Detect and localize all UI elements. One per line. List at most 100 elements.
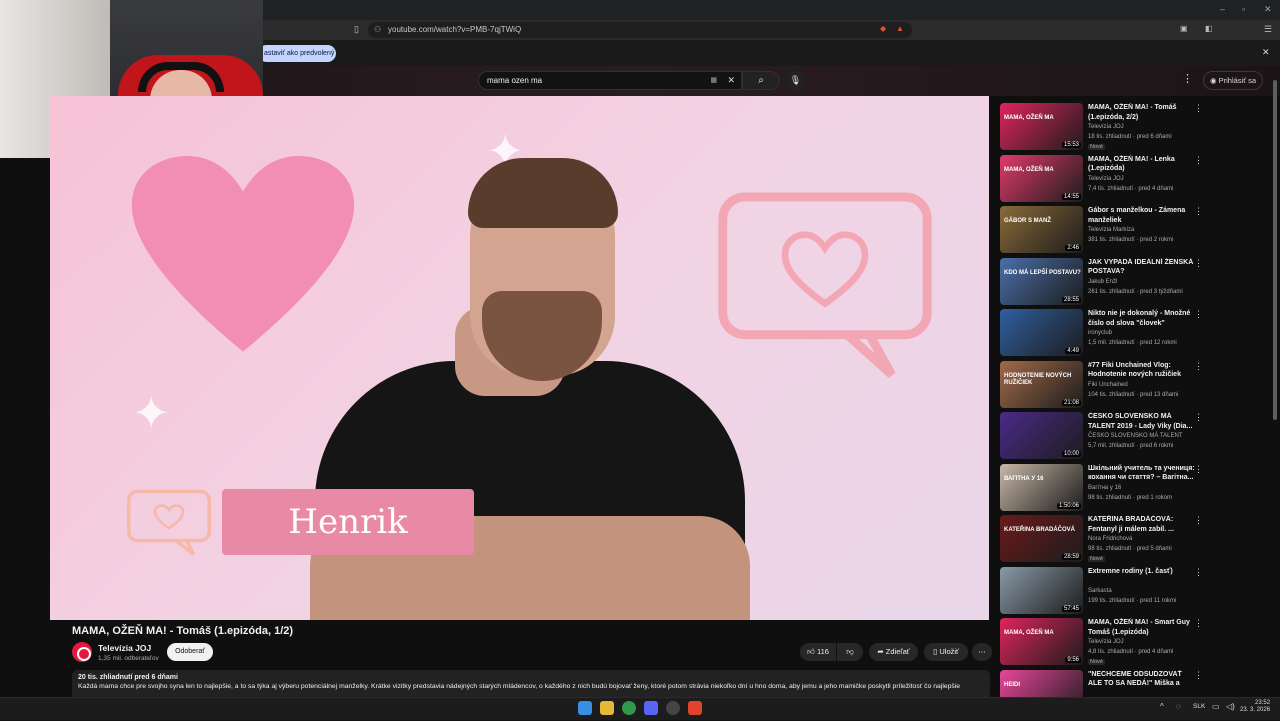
video-duration: 21:08: [1062, 400, 1081, 406]
site-info-icon[interactable]: ⚇: [374, 22, 381, 38]
recommendation-title[interactable]: MAMA, OŽEŇ MA! - Smart Guy Tomáš (1.epiz…: [1088, 618, 1196, 637]
more-options-icon[interactable]: ⋮: [1194, 309, 1203, 320]
clock[interactable]: 23:5223. 3. 2026: [1240, 700, 1270, 714]
subscribe-button[interactable]: Odoberať: [167, 643, 213, 661]
recommendation-item[interactable]: 4:49 Nikto nie je dokonalý - Množné číslo…: [1000, 309, 1210, 361]
brave-icon[interactable]: [688, 701, 702, 715]
dislike-button[interactable]: 👎︎: [837, 643, 863, 661]
volume-icon[interactable]: ◁): [1226, 702, 1235, 711]
video-player[interactable]: ✦ ✦ Henrik: [50, 96, 989, 620]
language-indicator[interactable]: SLK: [1193, 703, 1205, 710]
more-options-icon[interactable]: ⋮: [1194, 206, 1203, 217]
sign-in-button[interactable]: ◉ Prihlásiť sa: [1203, 71, 1263, 90]
recommendation-item[interactable]: KATEŘINA BRADÁČOVÁ28:59 KATEŘINA BRADÁČOV…: [1000, 515, 1210, 567]
browser-menu-icon[interactable]: ☰: [1264, 24, 1272, 35]
share-button[interactable]: ➦ Zdieľať: [869, 643, 918, 661]
extensions-icon[interactable]: ▣: [1180, 24, 1188, 33]
more-options-icon[interactable]: ⋮: [1194, 618, 1203, 629]
channel-name[interactable]: Televízia JOJ: [98, 643, 151, 653]
recommendation-title[interactable]: MAMA, OŽEŇ MA! - Lenka (1.epizóda): [1088, 155, 1196, 174]
page-scrollbar[interactable]: [1273, 80, 1277, 420]
brave-shield-icon[interactable]: ◆: [880, 24, 886, 33]
more-options-icon[interactable]: ⋮: [1194, 258, 1203, 269]
voice-search-button[interactable]: 🎙: [786, 71, 805, 90]
brave-rewards-icon[interactable]: ▲: [896, 24, 904, 33]
recommendation-title[interactable]: Extremne rodiny (1. časť): [1088, 567, 1196, 577]
file-explorer-icon[interactable]: [600, 701, 614, 715]
recommendation-item[interactable]: MAMA, OŽEŇ MA9:56 MAMA, OŽEŇ MA! - Smart …: [1000, 618, 1210, 670]
recommendation-item[interactable]: KDO MÁ LEPŠÍ POSTAVU?28:55 JAK VYPADÁ IDE…: [1000, 258, 1210, 310]
more-options-icon[interactable]: ⋮: [1194, 412, 1203, 423]
video-thumbnail[interactable]: KATEŘINA BRADÁČOVÁ28:59: [1000, 515, 1083, 562]
video-thumbnail[interactable]: MAMA, OŽEŇ MA14:55: [1000, 155, 1083, 202]
more-options-icon[interactable]: ⋮: [1194, 103, 1203, 114]
recommendation-title[interactable]: KATEŘINA BRADÁČOVÁ: Fentanyl ji málem za…: [1088, 515, 1196, 534]
more-actions-button[interactable]: ⋯: [972, 643, 992, 661]
name-caption: Henrik: [222, 489, 474, 555]
video-thumbnail[interactable]: KDO MÁ LEPŠÍ POSTAVU?28:55: [1000, 258, 1083, 305]
save-label: Uložiť: [939, 647, 958, 656]
sidebar-toggle-icon[interactable]: ◧: [1205, 24, 1213, 33]
recommendation-item[interactable]: ВАГІТНА У 161:50:06 Шкільний учитель та у…: [1000, 464, 1210, 516]
more-options-icon[interactable]: ⋮: [1194, 567, 1203, 578]
close-window-icon[interactable]: ✕: [1264, 4, 1272, 15]
video-thumbnail[interactable]: 10:00: [1000, 412, 1083, 459]
tray-app-icon[interactable]: ◌: [1176, 702, 1181, 711]
thumbs-up-icon: 👍︎: [807, 647, 817, 656]
recommendation-stats: 4,8 tis. zhliadnutí · pred 4 dňami: [1088, 649, 1173, 655]
save-button[interactable]: ▯ Uložiť: [924, 643, 968, 661]
recommendation-channel: Nora Fridrichová: [1088, 536, 1132, 542]
recommendation-title[interactable]: ČESKO SLOVENSKO MÁ TALENT 2019 - Lady Vi…: [1088, 412, 1196, 431]
clear-search-icon[interactable]: ✕: [727, 72, 735, 89]
video-thumbnail[interactable]: 4:49: [1000, 309, 1083, 356]
more-options-icon[interactable]: ⋮: [1194, 670, 1203, 681]
recommendation-item[interactable]: MAMA, OŽEŇ MA15:53 MAMA, OŽEŇ MA! - Tomáš…: [1000, 103, 1210, 155]
recommendation-title[interactable]: Шкільний учитель та учениця: кохання чи …: [1088, 464, 1196, 483]
video-title: MAMA, OŽEŇ MA! - Tomáš (1.epizóda, 1/2): [72, 625, 293, 637]
more-options-icon[interactable]: ⋮: [1194, 155, 1203, 166]
video-thumbnail[interactable]: 57:45: [1000, 567, 1083, 614]
like-button[interactable]: 👍︎ 116: [800, 643, 836, 661]
recommendation-item[interactable]: GÁBOR S MANŽ2:46 Gábor s manželkou - Záme…: [1000, 206, 1210, 258]
recommendation-title[interactable]: MAMA, OŽEŇ MA! - Tomáš (1.epizóda, 2/2): [1088, 103, 1196, 122]
bookmark-icon[interactable]: ▯: [354, 24, 359, 35]
settings-menu-icon[interactable]: ⋮: [1182, 72, 1193, 85]
video-thumbnail[interactable]: HODNOTENIE NOVÝCH RUŽIČIEK21:08: [1000, 361, 1083, 408]
recommendation-title[interactable]: Gábor s manželkou - Zámena manželiek: [1088, 206, 1196, 225]
discord-icon[interactable]: [644, 701, 658, 715]
recommendation-item[interactable]: MAMA, OŽEŇ MA14:55 MAMA, OŽEŇ MA! - Lenka…: [1000, 155, 1210, 207]
network-icon[interactable]: ▭: [1212, 702, 1220, 711]
keyboard-icon[interactable]: ▦: [710, 72, 717, 89]
more-options-icon[interactable]: ⋮: [1194, 464, 1203, 475]
minimize-icon[interactable]: –: [1220, 4, 1225, 14]
video-duration: 9:56: [1065, 657, 1081, 663]
more-options-icon[interactable]: ⋮: [1194, 515, 1203, 526]
search-button[interactable]: ⌕: [742, 71, 780, 90]
recommendation-item[interactable]: HODNOTENIE NOVÝCH RUŽIČIEK21:08 #77 Fiki …: [1000, 361, 1210, 413]
video-thumbnail[interactable]: MAMA, OŽEŇ MA9:56: [1000, 618, 1083, 665]
more-options-icon[interactable]: ⋮: [1194, 361, 1203, 372]
tray-overflow-icon[interactable]: ^: [1160, 702, 1164, 711]
set-default-button[interactable]: astaviť ako predvolený: [258, 45, 336, 62]
recommendation-item[interactable]: 10:00 ČESKO SLOVENSKO MÁ TALENT 2019 - La…: [1000, 412, 1210, 464]
channel-avatar[interactable]: [72, 642, 92, 662]
chrome-icon[interactable]: [622, 701, 636, 715]
maximize-icon[interactable]: ▫: [1242, 4, 1245, 14]
recommendation-title[interactable]: "NECHCEME ODSUDZOVAŤ ALE TO SA NEDÁ!" Mi…: [1088, 670, 1196, 690]
recommendation-title[interactable]: JAK VYPADÁ IDEÁLNÍ ŽENSKÁ POSTAVA?: [1088, 258, 1196, 277]
video-thumbnail[interactable]: MAMA, OŽEŇ MA15:53: [1000, 103, 1083, 150]
description-box[interactable]: 20 tis. zhliadnutí pred 6 dňami Každá ma…: [72, 670, 990, 700]
video-duration: 2:46: [1065, 245, 1081, 251]
windows-start-icon[interactable]: [578, 701, 592, 715]
recommendation-title[interactable]: Nikto nie je dokonalý - Množné číslo od …: [1088, 309, 1196, 328]
search-input[interactable]: mama ozen ma ▦ ✕: [478, 71, 742, 90]
recommendation-item[interactable]: 57:45Extremne rodiny (1. časť)Sarkasta19…: [1000, 567, 1210, 619]
video-thumbnail[interactable]: ВАГІТНА У 161:50:06: [1000, 464, 1083, 511]
close-infobar-icon[interactable]: ✕: [1262, 47, 1270, 58]
url-field[interactable]: ⚇youtube.com/watch?v=PMB-7qjTWiQ: [368, 22, 912, 38]
video-thumbnail[interactable]: GÁBOR S MANŽ2:46: [1000, 206, 1083, 253]
recommendation-title[interactable]: #77 Fiki Unchained Vlog: Hodnotenie nový…: [1088, 361, 1196, 380]
obs-icon[interactable]: [666, 701, 680, 715]
recommendations-list: MAMA, OŽEŇ MA15:53 MAMA, OŽEŇ MA! - Tomáš…: [1000, 103, 1210, 721]
recommendation-stats: 5,7 mil. zhliadnutí · pred 6 rokmi: [1088, 443, 1173, 449]
